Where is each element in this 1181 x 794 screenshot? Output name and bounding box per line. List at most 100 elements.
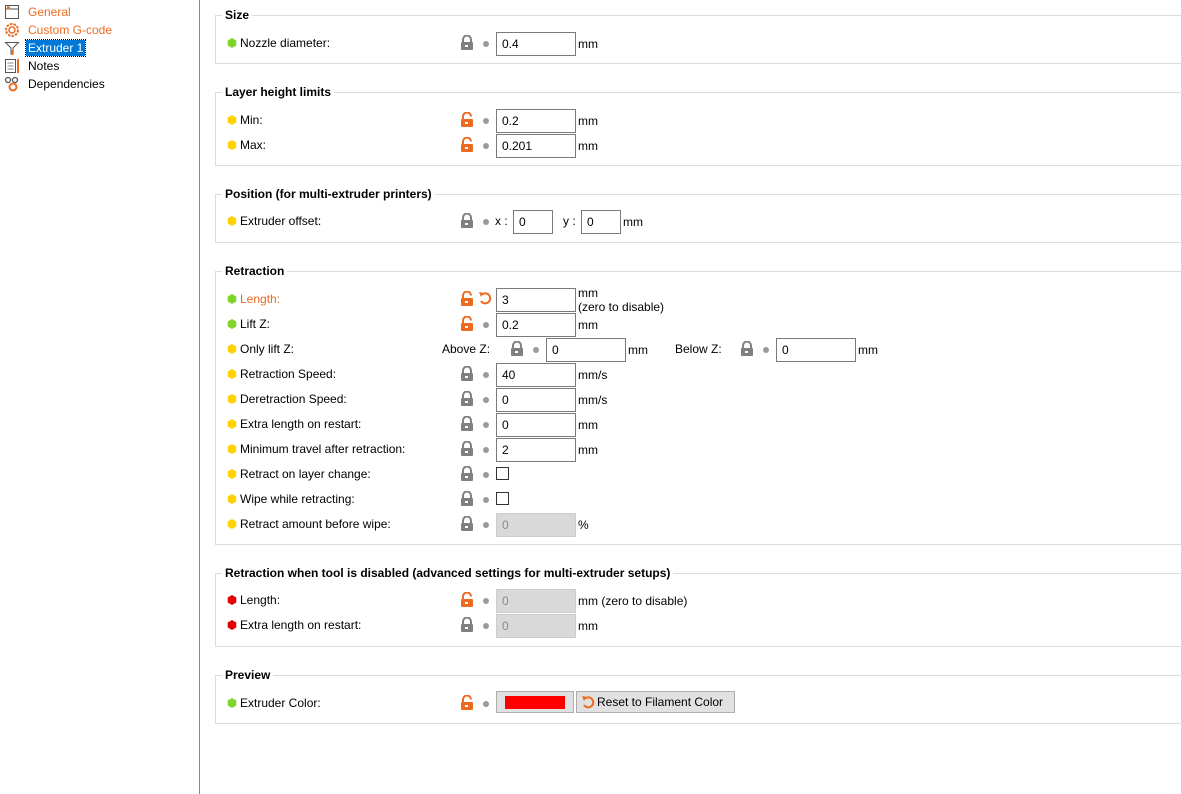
setting-retraction-length: Length: mm (zero to disable) [216,286,1181,314]
wipe-checkbox[interactable] [496,492,509,505]
lock-closed-icon[interactable] [460,35,474,51]
lock-closed-icon[interactable] [460,466,474,482]
lock-closed-icon[interactable] [460,416,474,432]
tree-item-dependencies[interactable]: Dependencies [4,75,107,93]
general-icon [5,5,19,19]
status-yellow-icon [227,494,237,504]
button-label: Reset to Filament Color [597,695,724,709]
bullet-icon [483,422,489,428]
tree-item-general[interactable]: General [4,3,73,21]
cog-icon [5,23,19,37]
bullet-icon [483,41,489,47]
retract-before-wipe-input[interactable] [496,513,576,537]
status-yellow-icon [227,394,237,404]
unit-label: mm [858,343,878,357]
setting-label: Retract amount before wipe: [240,517,391,531]
tree-item-label: Custom G-code [28,23,113,37]
undo-icon [581,694,595,710]
status-green-icon [227,698,237,708]
setting-min-layer-height: Min: mm [216,109,1181,133]
status-yellow-icon [227,519,237,529]
tree-item-notes[interactable]: Notes [4,57,61,75]
status-yellow-icon [227,469,237,479]
setting-label: Deretraction Speed: [240,392,347,406]
unit-note: (zero to disable) [578,300,665,314]
extruder-offset-x-input[interactable] [513,210,553,234]
setting-label: Wipe while retracting: [240,492,355,506]
setting-label: Minimum travel after retraction: [240,442,406,456]
status-green-icon [227,294,237,304]
tree-item-label: Dependencies [28,77,105,91]
bullet-icon [483,623,489,629]
above-z-input[interactable] [546,338,626,362]
retraction-speed-input[interactable] [496,363,576,387]
tool-disabled-extra-length-input[interactable] [496,614,576,638]
lock-open-icon[interactable] [460,316,474,332]
extruder-offset-y-input[interactable] [581,210,621,234]
tree-item-label: General [28,5,71,19]
unit-label: mm [578,37,598,51]
below-z-input[interactable] [776,338,856,362]
extruder-color-picker[interactable] [496,691,574,713]
group-title: Retraction [222,263,288,279]
retract-layer-change-checkbox[interactable] [496,467,509,480]
bullet-icon [533,347,539,353]
group-title: Size [222,7,253,23]
setting-retraction-speed: Retraction Speed: mm/s [216,363,1181,387]
lock-closed-icon[interactable] [460,213,474,229]
min-travel-input[interactable] [496,438,576,462]
settings-tree[interactable]: General Custom G-code Extruder 1 Notes D… [0,0,200,794]
deretraction-speed-input[interactable] [496,388,576,412]
lock-open-icon[interactable] [460,291,474,307]
status-yellow-icon [227,216,237,226]
bullet-icon [483,219,489,225]
lock-open-icon[interactable] [460,695,474,711]
extra-length-input[interactable] [496,413,576,437]
setting-label: Extruder offset: [240,214,322,228]
tree-item-extruder-1[interactable]: Extruder 1 [4,39,87,57]
lock-open-icon[interactable] [460,592,474,608]
setting-wipe-while-retracting: Wipe while retracting: [216,488,1181,510]
tree-item-label: Notes [28,59,60,73]
nozzle-diameter-input[interactable] [496,32,576,56]
group-title: Layer height limits [222,84,335,100]
reset-filament-color-button[interactable]: Reset to Filament Color [576,691,735,713]
y-label: y : [563,214,576,228]
above-z-label: Above Z: [442,342,491,356]
unit-label: mm [578,418,598,432]
setting-lift-z: Lift Z: mm [216,313,1181,337]
lock-closed-icon[interactable] [460,366,474,382]
setting-label: Lift Z: [240,317,271,331]
max-layer-height-input[interactable] [496,134,576,158]
setting-deretraction-speed: Deretraction Speed: mm/s [216,388,1181,412]
bullet-icon [483,143,489,149]
bullet-icon [483,118,489,124]
setting-nozzle-diameter: Nozzle diameter: mm [216,32,1181,56]
setting-label: Extra length on restart: [240,417,362,431]
group-title: Preview [222,667,274,683]
lock-open-icon[interactable] [460,137,474,153]
lock-closed-icon[interactable] [510,341,524,357]
status-red-icon [227,595,237,605]
bullet-icon [483,447,489,453]
lock-closed-icon[interactable] [460,617,474,633]
tool-disabled-length-input[interactable] [496,589,576,613]
unit-label: mm [578,443,598,457]
tree-item-label: Extruder 1 [24,39,87,57]
lock-closed-icon[interactable] [460,491,474,507]
below-z-label: Below Z: [675,342,722,356]
unit-label: mm [578,318,598,332]
status-green-icon [227,319,237,329]
lock-closed-icon[interactable] [460,516,474,532]
lock-closed-icon[interactable] [740,341,754,357]
retraction-length-input[interactable] [496,288,576,312]
lock-closed-icon[interactable] [460,391,474,407]
lock-closed-icon[interactable] [460,441,474,457]
lift-z-input[interactable] [496,313,576,337]
group-title: Retraction when tool is disabled (advanc… [222,565,674,581]
tree-item-custom-gcode[interactable]: Custom G-code [4,21,114,39]
status-green-icon [227,38,237,48]
min-layer-height-input[interactable] [496,109,576,133]
undo-icon[interactable] [478,290,492,306]
lock-open-icon[interactable] [460,112,474,128]
